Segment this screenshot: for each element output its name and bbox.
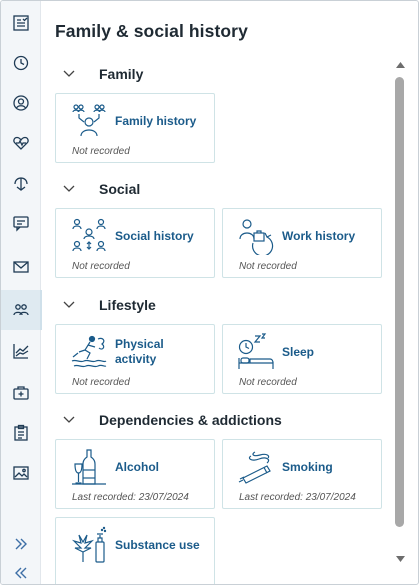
expand-icon bbox=[15, 538, 27, 550]
collapse-icon bbox=[15, 567, 27, 579]
medical-kit-icon bbox=[13, 386, 29, 400]
clipboard-icon bbox=[14, 424, 28, 441]
card-title: Smoking bbox=[282, 460, 333, 474]
card-alcohol[interactable]: Alcohol Last recorded: 23/07/2024 bbox=[55, 439, 215, 509]
rail-item-clipboard[interactable] bbox=[1, 413, 41, 453]
card-status: Last recorded: 23/07/2024 bbox=[72, 492, 189, 503]
substance-use-icon bbox=[71, 526, 107, 563]
rail-item-consultation[interactable] bbox=[1, 203, 41, 243]
page-title: Family & social history bbox=[55, 21, 248, 41]
section-label: Family bbox=[99, 66, 144, 82]
chevron-down-icon bbox=[59, 295, 79, 315]
card-title: Social history bbox=[115, 229, 194, 243]
card-title-line1: Physical bbox=[115, 337, 164, 351]
card-status: Not recorded bbox=[72, 146, 130, 157]
side-rail bbox=[1, 1, 42, 584]
chevron-down-icon bbox=[59, 64, 79, 84]
chevron-down-icon bbox=[59, 179, 79, 199]
card-sleep[interactable]: Sleep Not recorded bbox=[222, 324, 382, 394]
social-history-icon bbox=[72, 218, 106, 252]
consultation-icon bbox=[13, 216, 29, 232]
card-title: Sleep bbox=[282, 345, 315, 359]
section-header-social[interactable]: Social bbox=[59, 179, 140, 199]
section-header-family[interactable]: Family bbox=[59, 64, 143, 84]
card-work-history[interactable]: Work history Not recorded bbox=[222, 208, 382, 278]
card-social-history[interactable]: Social history Not recorded bbox=[55, 208, 215, 278]
sleep-icon bbox=[238, 333, 274, 369]
scrollbar-thumb[interactable] bbox=[395, 77, 404, 527]
scroll-up-button[interactable] bbox=[395, 60, 405, 70]
rail-item-mail[interactable] bbox=[1, 247, 41, 287]
app-frame: Family & social history Family Family hi… bbox=[0, 0, 419, 585]
card-title-line2: activity bbox=[115, 352, 157, 366]
family-history-icon bbox=[72, 104, 106, 137]
collapse-rail-button[interactable] bbox=[1, 553, 41, 584]
history-icon bbox=[13, 55, 29, 71]
arrow-up-icon bbox=[395, 62, 405, 68]
rail-item-medical-kit[interactable] bbox=[1, 373, 41, 413]
scroll-down-button[interactable] bbox=[395, 554, 405, 564]
rail-item-care-plan[interactable] bbox=[1, 163, 41, 203]
gallery-icon bbox=[13, 466, 29, 480]
card-status: Not recorded bbox=[72, 261, 130, 272]
section-label: Lifestyle bbox=[99, 297, 156, 313]
card-title: Work history bbox=[282, 229, 356, 243]
arrow-down-icon bbox=[395, 556, 405, 562]
rail-item-gallery[interactable] bbox=[1, 453, 41, 493]
rail-item-chart[interactable] bbox=[1, 331, 41, 371]
card-smoking[interactable]: Smoking Last recorded: 23/07/2024 bbox=[222, 439, 382, 509]
card-title: Family history bbox=[115, 114, 197, 128]
rail-item-profile[interactable] bbox=[1, 83, 41, 123]
mail-icon bbox=[13, 261, 29, 273]
section-header-lifestyle[interactable]: Lifestyle bbox=[59, 295, 156, 315]
vitals-icon bbox=[13, 136, 29, 150]
care-plan-icon bbox=[14, 177, 28, 191]
card-status: Not recorded bbox=[72, 377, 130, 388]
section-label: Social bbox=[99, 181, 141, 197]
rail-item-vitals[interactable] bbox=[1, 123, 41, 163]
physical-activity-icon bbox=[71, 335, 107, 368]
card-status: Last recorded: 23/07/2024 bbox=[239, 492, 356, 503]
card-substance-use[interactable]: Substance use bbox=[55, 517, 215, 584]
profile-icon bbox=[13, 95, 29, 111]
card-physical-activity[interactable]: Physical activity Not recorded bbox=[55, 324, 215, 394]
alcohol-icon bbox=[72, 449, 106, 485]
rail-item-summary[interactable] bbox=[1, 3, 41, 43]
card-title: Substance use bbox=[115, 538, 200, 552]
card-title: Alcohol bbox=[115, 460, 159, 474]
rail-item-history[interactable] bbox=[1, 43, 41, 83]
smoking-icon bbox=[238, 451, 271, 484]
rail-item-family-social[interactable] bbox=[1, 290, 42, 330]
card-status: Not recorded bbox=[239, 261, 297, 272]
summary-icon bbox=[13, 15, 29, 31]
chevron-down-icon bbox=[59, 410, 79, 430]
main-panel: Family & social history Family Family hi… bbox=[41, 1, 418, 584]
section-label: Dependencies & addictions bbox=[99, 412, 282, 428]
work-history-icon bbox=[239, 219, 274, 255]
chart-icon bbox=[13, 344, 29, 359]
card-family-history[interactable]: Family history Not recorded bbox=[55, 93, 215, 163]
section-header-dependencies[interactable]: Dependencies & addictions bbox=[59, 410, 282, 430]
card-status: Not recorded bbox=[239, 377, 297, 388]
family-social-icon bbox=[13, 304, 29, 316]
